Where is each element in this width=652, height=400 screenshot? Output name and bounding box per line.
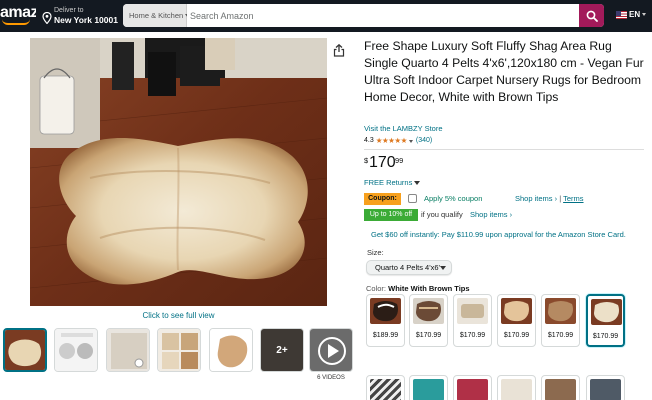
swatch-image: [501, 298, 532, 324]
chevron-down-icon: [642, 13, 647, 17]
search-bar: Home & Kitchen: [123, 4, 604, 27]
deliver-location: New York 10001: [54, 15, 118, 25]
color-swatch[interactable]: [453, 375, 492, 400]
rating-row[interactable]: 4.3 ★★★★★ (340): [364, 136, 432, 146]
swatch-image: [457, 379, 488, 400]
color-swatch[interactable]: $170.99: [497, 294, 536, 347]
price-symbol: $: [364, 156, 369, 165]
language-selector[interactable]: EN: [629, 10, 647, 20]
thumbnail-4[interactable]: [157, 328, 201, 372]
thumbnail-3[interactable]: [106, 328, 150, 372]
color-label: Color: White With Brown Tips: [366, 284, 470, 294]
color-swatch[interactable]: [586, 375, 625, 400]
swatch-price: $170.99: [547, 332, 574, 339]
deal-badge: Up to 10% off: [364, 209, 418, 221]
language-label: EN: [629, 10, 641, 19]
free-returns-link[interactable]: FREE Returns: [364, 178, 421, 188]
thumbnail-image: [55, 329, 97, 371]
thumbnail-image: [210, 329, 252, 371]
color-swatch[interactable]: $170.99: [409, 294, 448, 347]
thumbnail-more[interactable]: 2+: [260, 328, 304, 372]
apply-coupon-label[interactable]: Apply 5% coupon: [424, 193, 482, 205]
coupon-terms-link[interactable]: Terms: [563, 194, 583, 203]
search-icon: [586, 10, 598, 22]
price-fraction: 99: [395, 156, 404, 165]
thumbnail-image: [5, 330, 45, 370]
store-card-offer-link[interactable]: Get $60 off instantly: Pay $110.99 upon …: [371, 230, 626, 240]
main-product-image[interactable]: [30, 38, 327, 306]
coupon-badge: Coupon:: [364, 193, 401, 205]
search-category-label: Home & Kitchen: [129, 11, 184, 20]
swatch-image: [501, 379, 532, 400]
deliver-to-location[interactable]: Deliver to New York 10001: [42, 4, 118, 28]
price-whole: 170: [369, 154, 396, 171]
store-link[interactable]: Visit the LAMBZY Store: [364, 124, 443, 134]
color-swatch[interactable]: [366, 375, 405, 400]
swatch-price: $170.99: [459, 332, 486, 339]
star-rating-icon: ★★★★★: [375, 136, 408, 145]
videos-count-label: 6 VIDEOS: [317, 375, 345, 381]
coupon-shop-items-link[interactable]: Shop items › | Terms: [515, 193, 584, 205]
size-dropdown[interactable]: Quarto 4 Pelts 4'x6': [366, 260, 452, 275]
color-swatch[interactable]: $170.99: [453, 294, 492, 347]
top-nav-bar: amazon Deliver to New York 10001 Home & …: [0, 0, 652, 32]
deal-shop-items-link[interactable]: Shop items ›: [470, 209, 512, 221]
amazon-logo[interactable]: amazon: [0, 2, 36, 26]
swatch-image: [590, 379, 621, 400]
chevron-down-icon: [414, 181, 421, 186]
thumbnail-1[interactable]: [3, 328, 47, 372]
rating-count[interactable]: (340): [416, 136, 432, 146]
swatch-image: [370, 298, 401, 324]
thumbnail-image: [158, 329, 200, 371]
coupon-checkbox[interactable]: [408, 194, 417, 203]
deal-qualify-text: if you qualify: [421, 210, 463, 219]
see-full-view-link[interactable]: Click to see full view: [30, 311, 327, 321]
coupon-shop-label: Shop items ›: [515, 194, 558, 203]
swatch-price: $170.99: [415, 332, 442, 339]
separator: |: [559, 194, 562, 203]
thumbnail-2[interactable]: [54, 328, 98, 372]
thumbnail-video[interactable]: [309, 328, 353, 372]
swatch-image: [545, 298, 576, 324]
color-swatch[interactable]: [409, 375, 448, 400]
more-images-count: 2+: [261, 329, 303, 371]
product-title: Free Shape Luxury Soft Fluffy Shag Area …: [364, 39, 644, 104]
thumbnail-image: [107, 329, 149, 371]
swatch-image: [370, 379, 401, 400]
color-swatch[interactable]: $170.99: [541, 294, 580, 347]
search-category-dropdown[interactable]: Home & Kitchen: [123, 4, 192, 27]
color-label-prefix: Color:: [366, 284, 387, 293]
chevron-down-icon: [408, 139, 413, 143]
video-play-icon: [310, 329, 352, 371]
returns-label: FREE Returns: [364, 178, 413, 187]
color-swatch-selected[interactable]: $170.99: [586, 294, 625, 347]
location-pin-icon: [42, 12, 52, 24]
color-swatch[interactable]: $189.99: [366, 294, 405, 347]
rug-photo: [30, 38, 327, 306]
share-icon[interactable]: [333, 44, 345, 57]
chevron-down-icon: [440, 266, 446, 270]
swatch-image: [457, 298, 488, 324]
swatch-price: $170.99: [503, 332, 530, 339]
swatch-image: [413, 379, 444, 400]
thumbnail-5[interactable]: [209, 328, 253, 372]
rating-value: 4.3: [364, 137, 374, 144]
color-swatch[interactable]: [541, 375, 580, 400]
swatch-image: [545, 379, 576, 400]
search-input[interactable]: [187, 4, 579, 27]
search-button[interactable]: [579, 4, 604, 27]
color-swatch[interactable]: [497, 375, 536, 400]
divider: [364, 149, 644, 150]
swatch-image: [413, 298, 444, 324]
size-label: Size:: [367, 248, 384, 257]
us-flag-icon[interactable]: [616, 11, 627, 19]
color-selected-value: White With Brown Tips: [388, 284, 470, 293]
swatch-price: $189.99: [372, 332, 399, 339]
logo-smile-icon: [2, 19, 30, 25]
swatch-image: [591, 299, 622, 325]
size-selected-value: Quarto 4 Pelts 4'x6': [375, 263, 440, 272]
swatch-price: $170.99: [592, 333, 619, 340]
deliver-label: Deliver to: [54, 7, 84, 14]
